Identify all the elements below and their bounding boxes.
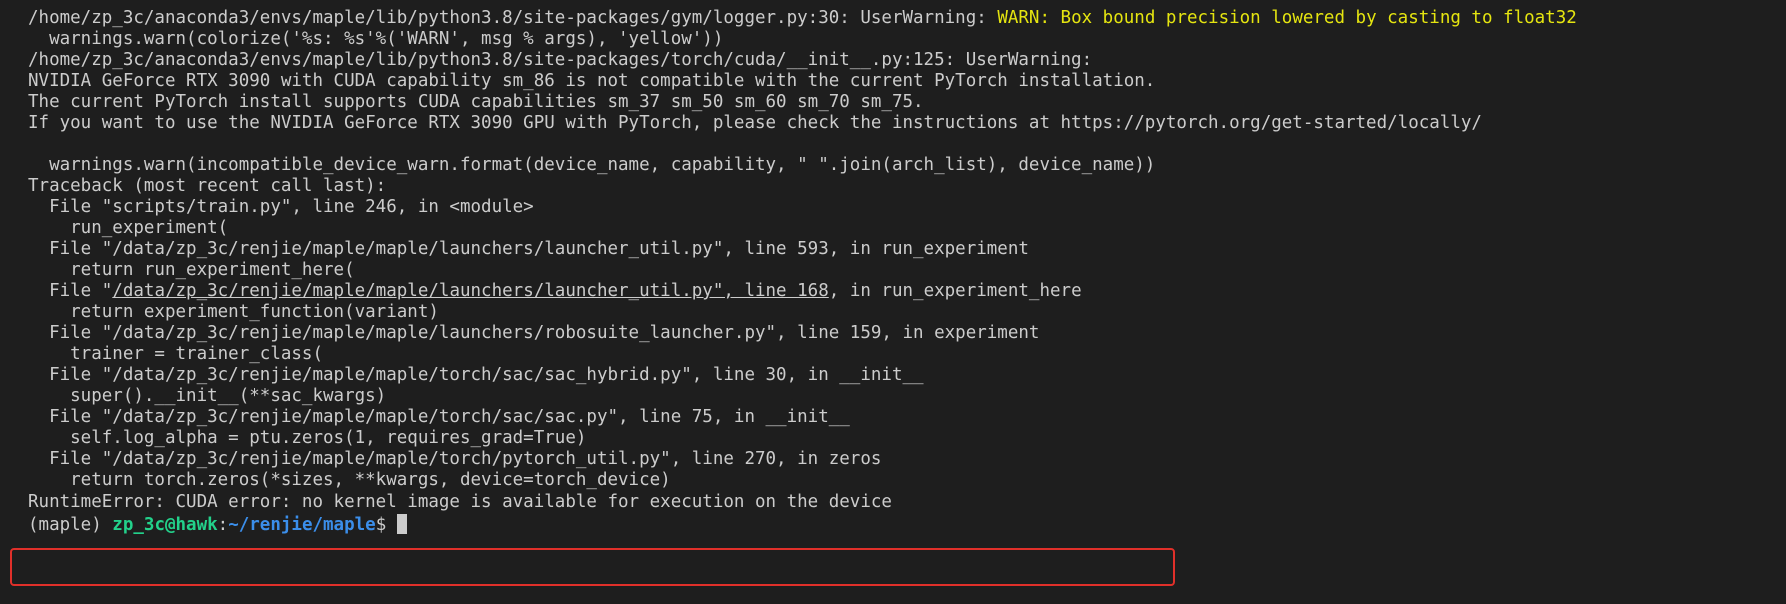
terminal-line: return torch.zeros(*sizes, **kwargs, dev…: [28, 470, 671, 490]
prompt-user-host: zp_3c@hawk: [112, 515, 218, 535]
terminal-line: If you want to use the NVIDIA GeForce RT…: [28, 113, 1482, 133]
prompt-env: (maple): [28, 515, 113, 535]
text-cursor: [396, 514, 407, 534]
prompt-path: ~/renjie/maple: [228, 515, 376, 535]
error-highlight-box: [10, 548, 1175, 586]
prompt-colon: :: [217, 515, 229, 535]
output-text: File ": [28, 281, 113, 301]
file-link[interactable]: /data/zp_3c/renjie/maple/maple/launchers…: [112, 281, 828, 301]
terminal-window[interactable]: /home/zp_3c/anaconda3/envs/maple/lib/pyt…: [0, 0, 1786, 604]
shell-prompt[interactable]: (maple) zp_3c@hawk:~/renjie/maple$: [28, 513, 407, 537]
output-text: , in run_experiment_here: [828, 281, 1082, 301]
prompt-symbol: $: [375, 515, 397, 535]
warn-message: WARN: Box bound precision lowered by cas…: [997, 8, 1577, 28]
error-line: RuntimeError: CUDA error: no kernel imag…: [28, 492, 892, 512]
output-text: /home/zp_3c/anaconda3/envs/maple/lib/pyt…: [28, 8, 998, 28]
